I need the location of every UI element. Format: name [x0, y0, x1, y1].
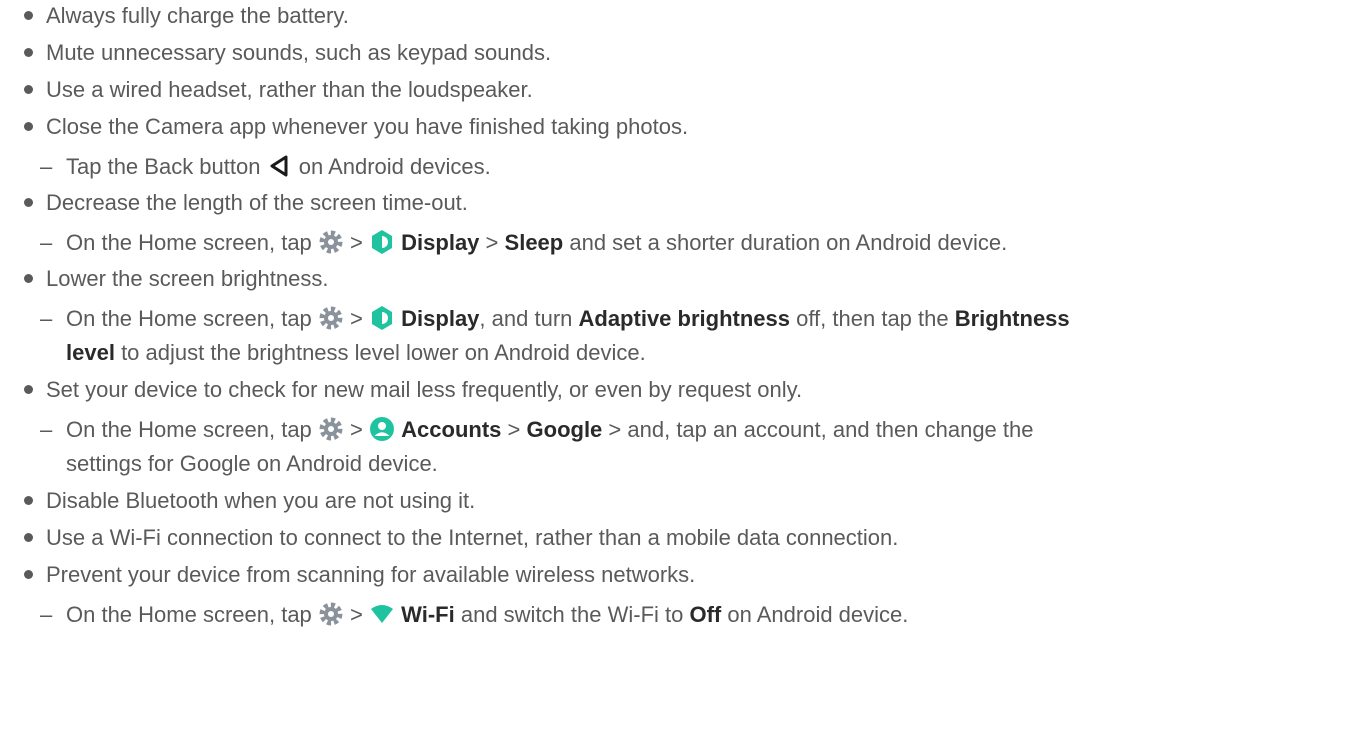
sub-dash: –: [40, 602, 53, 627]
sub-item: – On the Home screen, tap > Display, and …: [40, 305, 1070, 332]
bullet-dot: [24, 198, 33, 207]
sub-text: Tap the Back button: [66, 154, 261, 179]
bullet-text: Decrease the length of the screen time-o…: [46, 190, 468, 215]
sub-text: On the Home screen, tap: [66, 306, 312, 331]
sub-text: On the Home screen, tap: [66, 417, 312, 442]
document-page: Always fully charge the battery. Mute un…: [0, 0, 1371, 737]
bullet-item: Always fully charge the battery.: [24, 3, 349, 29]
sub-text: settings for Google on Android device.: [66, 451, 438, 476]
adaptive-brightness-label: Adaptive brightness: [578, 306, 790, 331]
bullet-text: Close the Camera app whenever you have f…: [46, 114, 689, 139]
wifi-label: Wi-Fi: [401, 602, 455, 627]
sub-item: – On the Home screen, tap > Wi-Fi and swi…: [40, 601, 908, 628]
sub-item: – On the Home screen, tap > Display > Sle…: [40, 229, 1007, 256]
bullet-dot: [24, 533, 33, 542]
level-label: level: [66, 340, 115, 365]
sub-dash: –: [40, 417, 53, 442]
bullet-text: Use a Wi-Fi connection to connect to the…: [46, 525, 899, 550]
display-label: Display: [401, 306, 480, 331]
bullet-dot: [24, 274, 33, 283]
sleep-label: Sleep: [504, 230, 564, 255]
settings-gear-icon: [319, 306, 343, 330]
wifi-signal-icon: [371, 605, 394, 623]
bullet-text: Set your device to check for new mail le…: [46, 377, 803, 402]
bullet-item: Close the Camera app whenever you have f…: [24, 114, 688, 140]
display-label: Display: [401, 230, 480, 255]
bullet-item: Prevent your device from scanning for av…: [24, 562, 695, 588]
bullet-dot: [24, 85, 33, 94]
bullet-item: Lower the screen brightness.: [24, 266, 329, 292]
settings-gear-icon: [319, 230, 343, 254]
bullet-text: Always fully charge the battery.: [46, 3, 349, 28]
sub-item-continuation: settings for Google on Android device.: [66, 451, 438, 477]
bullet-dot: [24, 570, 33, 579]
accounts-label: Accounts: [401, 417, 502, 442]
sub-separator: >: [350, 230, 363, 255]
bullet-text: Prevent your device from scanning for av…: [46, 562, 696, 587]
sub-dash: –: [40, 230, 53, 255]
bullet-dot: [24, 496, 33, 505]
sub-text: , and turn: [479, 306, 573, 331]
sub-text: on Android devices.: [298, 154, 491, 179]
sub-text: to adjust the brightness level lower on …: [121, 340, 646, 365]
bullet-text: Lower the screen brightness.: [46, 266, 329, 291]
off-label: Off: [689, 602, 722, 627]
sub-separator: >: [485, 230, 499, 255]
settings-gear-icon: [319, 602, 343, 626]
sub-text: > and, tap an account, and then change t…: [608, 417, 1034, 442]
bullet-dot: [24, 11, 33, 20]
sub-dash: –: [40, 154, 53, 179]
sub-text: on Android device.: [727, 602, 909, 627]
bullet-item: Decrease the length of the screen time-o…: [24, 190, 468, 216]
display-brightness-icon: [372, 306, 393, 330]
bullet-dot: [24, 122, 33, 131]
sub-text: and set a shorter duration on Android de…: [569, 230, 1008, 255]
brightness-label: Brightness: [954, 306, 1070, 331]
accounts-person-icon: [370, 417, 395, 441]
bullet-item: Set your device to check for new mail le…: [24, 377, 802, 403]
bullet-text: Use a wired headset, rather than the lou…: [46, 77, 533, 102]
sub-separator: >: [507, 417, 521, 442]
bullet-dot: [24, 385, 33, 394]
display-brightness-icon: [372, 230, 393, 254]
bullet-text: Mute unnecessary sounds, such as keypad …: [46, 40, 552, 65]
bullet-item: Use a wired headset, rather than the lou…: [24, 77, 533, 103]
sub-dash: –: [40, 306, 53, 331]
bullet-text: Disable Bluetooth when you are not using…: [46, 488, 476, 513]
bullet-item: Disable Bluetooth when you are not using…: [24, 488, 475, 514]
bullet-dot: [24, 48, 33, 57]
sub-item: – On the Home screen, tap > Accounts > Go…: [40, 416, 1034, 443]
sub-separator: >: [350, 417, 363, 442]
sub-text: On the Home screen, tap: [66, 230, 312, 255]
settings-gear-icon: [319, 417, 343, 441]
sub-text: off, then tap the: [796, 306, 949, 331]
sub-text: On the Home screen, tap: [66, 602, 312, 627]
sub-text: and switch the Wi-Fi to: [460, 602, 684, 627]
bullet-item: Mute unnecessary sounds, such as keypad …: [24, 40, 551, 66]
sub-item-continuation: level to adjust the brightness level low…: [66, 340, 646, 366]
sub-separator: >: [350, 306, 363, 331]
bullet-item: Use a Wi-Fi connection to connect to the…: [24, 525, 898, 551]
google-label: Google: [526, 417, 603, 442]
sub-separator: >: [350, 602, 363, 627]
sub-item: – Tap the Back button on Android devices.: [40, 153, 491, 180]
back-triangle-icon: [270, 155, 288, 177]
